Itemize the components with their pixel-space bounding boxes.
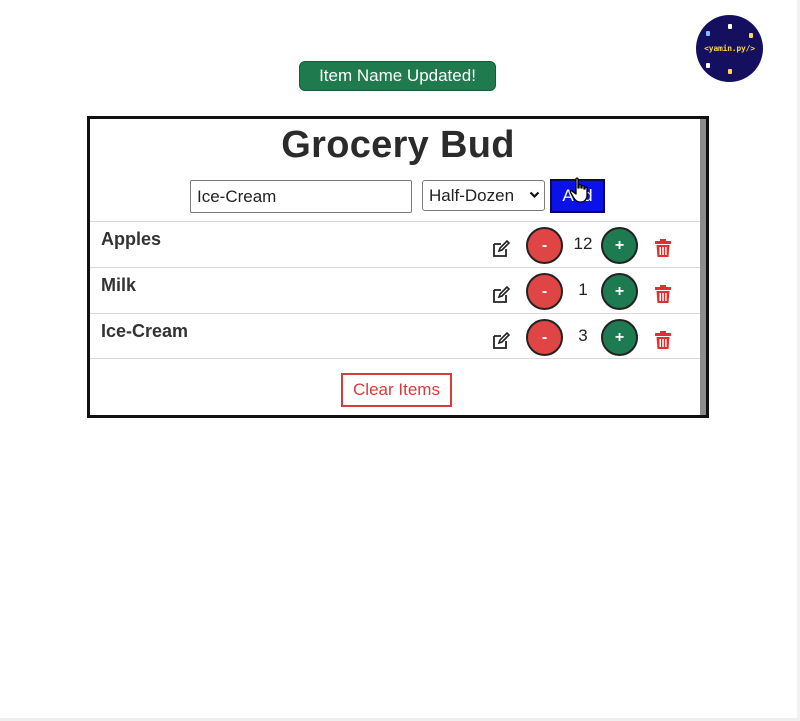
logo-dot: [749, 33, 753, 38]
logo-dot: [706, 31, 710, 36]
item-name-input[interactable]: [190, 180, 412, 213]
item-name: Ice-Cream: [101, 321, 189, 341]
decrease-button[interactable]: -: [526, 319, 563, 356]
add-button[interactable]: Add: [550, 179, 605, 213]
grocery-panel: Grocery Bud Half-Dozen Add Apples - 12 +: [87, 116, 709, 418]
edit-icon[interactable]: [491, 331, 511, 351]
list-item: Ice-Cream - 3 +: [90, 313, 700, 359]
decrease-button[interactable]: -: [526, 273, 563, 310]
clear-items-button[interactable]: Clear Items: [341, 373, 452, 407]
item-name: Apples: [101, 229, 162, 249]
watermark-logo: <yamin.py/>: [696, 15, 763, 82]
logo-dot: [728, 69, 732, 74]
trash-icon[interactable]: [654, 284, 672, 304]
item-count: 3: [578, 326, 588, 345]
success-alert: Item Name Updated!: [299, 61, 496, 91]
logo-dot: [706, 63, 710, 68]
quantity-selected-value: Half-Dozen: [429, 185, 515, 205]
watermark-text: <yamin.py/>: [704, 44, 755, 53]
edit-icon[interactable]: [491, 239, 511, 259]
decrease-button[interactable]: -: [526, 227, 563, 264]
trash-icon[interactable]: [654, 238, 672, 258]
item-count: 12: [573, 234, 593, 253]
logo-dot: [728, 24, 732, 29]
trash-icon[interactable]: [654, 330, 672, 350]
increase-button[interactable]: +: [601, 273, 638, 310]
edit-icon[interactable]: [491, 285, 511, 305]
grocery-list: Apples - 12 + Milk - 1 + Ice-Cream - 3 +: [90, 221, 700, 359]
list-item: Milk - 1 +: [90, 267, 700, 313]
item-count: 1: [578, 280, 588, 299]
add-item-form: Half-Dozen Add: [90, 178, 706, 214]
increase-button[interactable]: +: [601, 227, 638, 264]
page-title: Grocery Bud: [281, 124, 515, 166]
alert-text: Item Name Updated!: [319, 66, 476, 85]
list-item: Apples - 12 +: [90, 221, 700, 267]
item-name: Milk: [101, 275, 137, 295]
chevron-down-icon: [529, 187, 540, 203]
quantity-select[interactable]: Half-Dozen: [422, 180, 545, 211]
increase-button[interactable]: +: [601, 319, 638, 356]
